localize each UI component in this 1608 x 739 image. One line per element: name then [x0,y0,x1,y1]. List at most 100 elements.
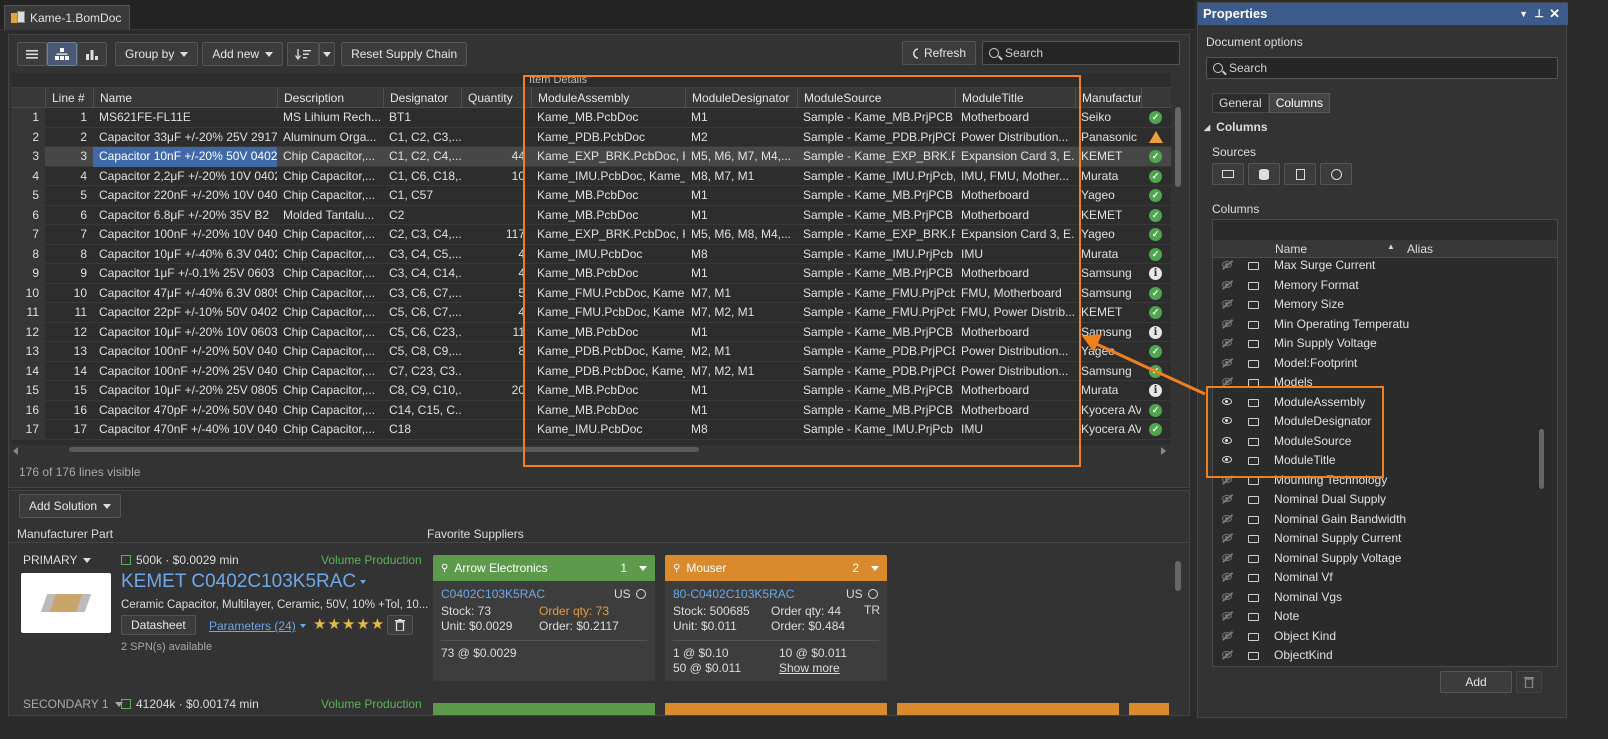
list-view-button[interactable] [17,42,47,66]
secondary-card-green[interactable] [433,703,655,715]
status-ok-icon[interactable]: ✓ [1149,247,1162,261]
eye-hidden-icon[interactable] [1222,358,1232,366]
globe-icon[interactable] [868,589,878,599]
column-header-line[interactable]: Line # [45,88,93,108]
source-designator-button[interactable] [1212,163,1244,185]
properties-search-field[interactable]: Search [1206,57,1558,79]
tree-view-button[interactable] [47,42,77,66]
document-tab[interactable]: Kame-1.BomDoc [4,5,131,29]
show-more-link[interactable]: Show more [779,661,840,676]
pin-panel-icon[interactable]: ⊥ [1534,3,1544,25]
status-warning-icon[interactable] [1149,130,1163,143]
sort-button[interactable] [287,42,320,66]
delete-column-button[interactable] [1516,671,1542,693]
columns-section-header[interactable]: ◢ Columns [1204,120,1268,134]
primary-dropdown[interactable]: PRIMARY [23,553,92,567]
chevron-down-icon[interactable] [871,565,879,571]
column-list-item[interactable]: Nominal Vgs [1212,588,1542,608]
eye-hidden-icon[interactable] [1222,514,1232,522]
status-ok-icon[interactable]: ✓ [1149,306,1162,319]
solutions-vertical-scrollbar[interactable] [1175,561,1181,591]
secondary-card-orange-3[interactable] [1129,703,1169,715]
status-ok-icon[interactable]: ✓ [1149,286,1162,300]
parameters-link[interactable]: Parameters (24) [209,619,306,633]
column-list-item[interactable]: Nominal Supply Current [1212,529,1542,549]
supplier-part-number[interactable]: C0402C103K5RAC [441,587,545,601]
column-list-item[interactable]: Note [1212,607,1542,627]
eye-hidden-icon[interactable] [1222,339,1232,346]
tab-columns[interactable]: Columns [1268,93,1331,113]
eye-hidden-icon[interactable] [1222,651,1232,658]
status-ok-icon[interactable]: ✓ [1149,228,1162,241]
supplier-card-arrow[interactable]: ⚲ Arrow Electronics 1 C0402C103K5RAC US … [433,555,655,681]
column-name-header[interactable]: Name [1275,242,1307,256]
source-document-button[interactable] [1284,163,1316,185]
grid-vertical-scrollbar[interactable] [1175,107,1181,187]
eye-hidden-icon[interactable] [1222,553,1232,561]
source-database-button[interactable] [1248,163,1280,185]
secondary-card-orange-1[interactable] [665,703,887,715]
status-ok-icon[interactable]: ✓ [1149,169,1162,183]
eye-hidden-icon[interactable] [1222,319,1232,327]
eye-hidden-icon[interactable] [1222,592,1232,600]
status-ok-icon[interactable]: ✓ [1149,189,1162,202]
column-list-item[interactable]: Nominal Supply Voltage [1212,549,1542,569]
grid-search-field[interactable]: Search [982,41,1180,65]
eye-hidden-icon[interactable] [1222,534,1232,541]
eye-hidden-icon[interactable] [1222,631,1232,639]
supplier-part-number[interactable]: 80-C0402C103K5RAC [673,587,794,601]
part-name-link[interactable]: KEMET C0402C103K5RAC [121,571,367,593]
sort-options-dropdown[interactable] [319,42,336,66]
eye-hidden-icon[interactable] [1222,300,1232,307]
status-info-icon[interactable]: i [1149,267,1162,280]
column-list-item[interactable]: Max Surge Current [1212,256,1542,276]
rating-stars[interactable]: ★★★★★ [313,615,385,633]
column-list-item[interactable]: Memory Size [1212,295,1542,315]
chart-view-button[interactable] [77,42,107,66]
eye-hidden-icon[interactable] [1222,573,1232,580]
eye-hidden-icon[interactable] [1222,495,1232,502]
column-list-item[interactable]: Min Supply Voltage [1212,334,1542,354]
column-list-item[interactable]: ObjectKind [1212,646,1542,666]
scroll-right-arrow-icon[interactable] [1161,447,1166,455]
add-new-dropdown[interactable]: Add new [202,42,284,66]
eye-hidden-icon[interactable] [1222,612,1232,619]
source-web-button[interactable] [1320,163,1352,185]
delete-part-button[interactable] [387,615,413,635]
globe-icon[interactable] [636,589,646,599]
secondary-card-orange-2[interactable] [897,703,1119,715]
column-list-item[interactable]: Memory Format [1212,276,1542,296]
eye-hidden-icon[interactable] [1222,378,1232,385]
group-by-dropdown[interactable]: Group by [115,42,199,66]
panel-menu-icon[interactable]: ▼ [1519,3,1528,25]
status-ok-icon[interactable]: ✓ [1149,208,1162,222]
column-list-item[interactable]: Object Kind [1212,627,1542,647]
add-column-button[interactable]: Add [1440,671,1512,693]
status-ok-icon[interactable]: ✓ [1149,111,1162,124]
column-list-item[interactable]: Min Operating Temperatu [1212,315,1542,335]
tab-general[interactable]: General [1212,93,1269,113]
status-ok-icon[interactable]: ✓ [1149,150,1162,163]
status-ok-icon[interactable]: ✓ [1149,403,1162,417]
column-header-name[interactable]: Name [93,88,277,108]
column-header-quantity[interactable]: Quantity [461,88,531,108]
datasheet-button[interactable]: Datasheet [121,615,196,635]
column-header-designator[interactable]: Designator [383,88,461,108]
column-alias-header[interactable]: Alias [1407,242,1433,256]
status-ok-icon[interactable]: ✓ [1149,423,1162,436]
column-header-manufacturer[interactable]: Manufactur [1075,88,1141,108]
chevron-down-icon[interactable] [639,565,647,571]
column-list-item[interactable]: Nominal Vf [1212,568,1542,588]
refresh-button[interactable]: Refresh [902,41,976,65]
eye-hidden-icon[interactable] [1222,261,1232,268]
reset-supply-chain-button[interactable]: Reset Supply Chain [341,42,468,66]
add-solution-button[interactable]: Add Solution [19,494,122,518]
scroll-left-arrow-icon[interactable] [13,447,18,455]
column-list-item[interactable]: Nominal Gain Bandwidth [1212,510,1542,530]
column-header-description[interactable]: Description [277,88,383,108]
secondary-dropdown[interactable]: SECONDARY 1 [23,697,123,711]
columns-list-scrollbar[interactable] [1539,429,1544,489]
supplier-card-mouser[interactable]: ⚲ Mouser 2 80-C0402C103K5RAC US TR Stock… [665,555,887,681]
close-icon[interactable]: ✕ [1549,3,1560,25]
eye-hidden-icon[interactable] [1222,280,1232,288]
